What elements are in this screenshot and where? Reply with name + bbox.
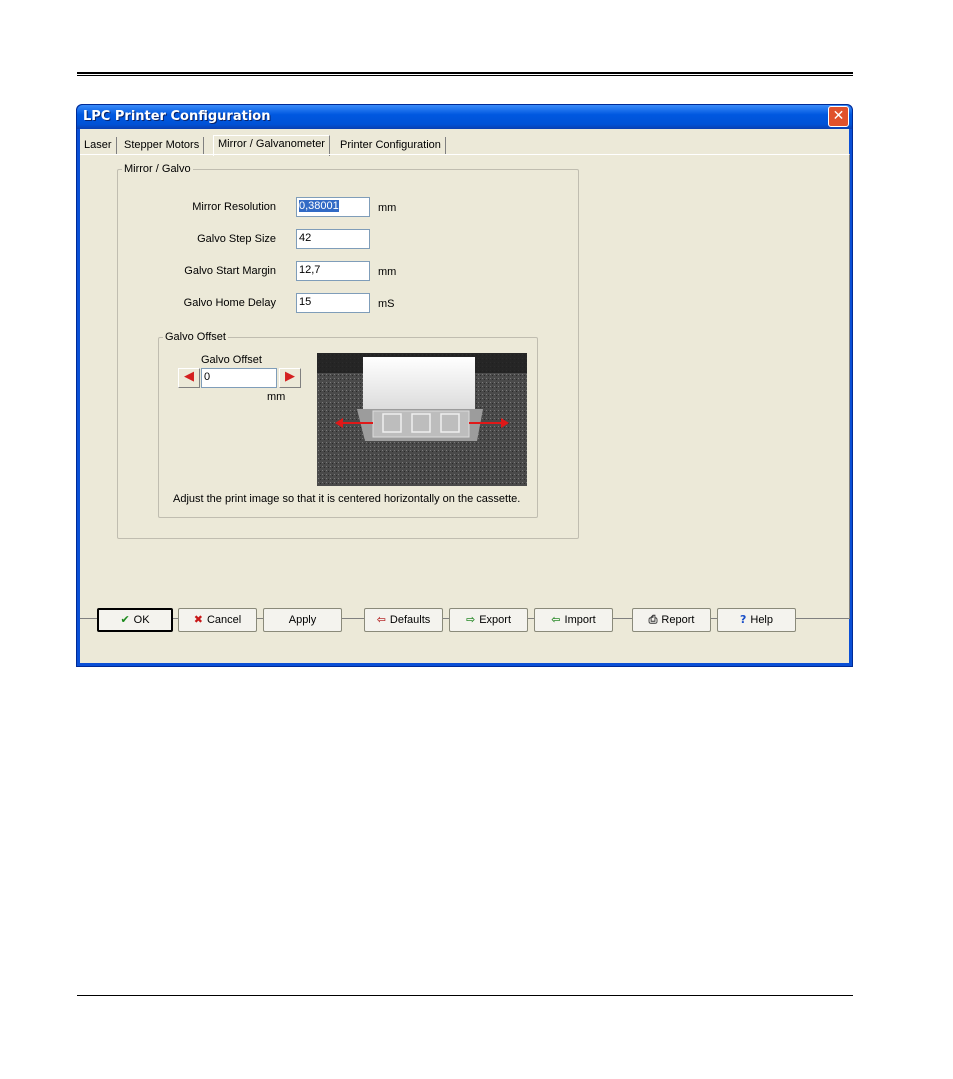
dialog-window: LPC Printer Configuration ✕ Laser Steppe… [76, 104, 853, 667]
mirror-resolution-value: 0,38001 [299, 200, 339, 212]
tab-stepper-motors[interactable]: Stepper Motors [120, 137, 205, 155]
window-title: LPC Printer Configuration [83, 109, 271, 124]
galvo-offset-unit: mm [267, 391, 286, 403]
apply-button[interactable]: Apply [263, 608, 342, 632]
checkmark-icon: ✔ [120, 613, 130, 626]
cassette-illustration [317, 353, 527, 486]
cancel-button[interactable]: ✖ Cancel [178, 608, 257, 632]
close-button[interactable]: ✕ [828, 106, 849, 127]
galvo-offset-group: Galvo Offset Galvo Offset ◀ 0 ▶ mm Adjus… [158, 331, 538, 518]
offset-decrease-button[interactable]: ◀ [178, 368, 200, 388]
import-icon: ⇦ [551, 613, 561, 626]
mirror-resolution-unit: mm [378, 202, 397, 214]
help-icon: ? [739, 613, 747, 626]
page-rule-top [77, 72, 853, 76]
export-button[interactable]: ⇨ Export [449, 608, 528, 632]
defaults-button[interactable]: ⇦ Defaults [364, 608, 443, 632]
galvo-offset-input[interactable]: 0 [201, 368, 277, 388]
galvo-start-margin-input[interactable]: 12,7 [296, 261, 370, 281]
title-bar[interactable]: LPC Printer Configuration ✕ [77, 105, 852, 129]
galvo-home-delay-input[interactable]: 15 [296, 293, 370, 313]
galvo-step-size-label: Galvo Step Size [197, 233, 276, 245]
galvo-step-size-input[interactable]: 42 [296, 229, 370, 249]
mirror-resolution-input[interactable]: 0,38001 [296, 197, 370, 217]
mirror-resolution-label: Mirror Resolution [192, 201, 276, 213]
tab-laser[interactable]: Laser [80, 137, 117, 155]
export-icon: ⇨ [465, 613, 476, 626]
mirror-galvo-legend: Mirror / Galvo [124, 163, 191, 175]
cancel-x-icon: ✖ [193, 613, 203, 626]
import-button[interactable]: ⇦ Import [534, 608, 613, 632]
galvo-start-margin-unit: mm [378, 266, 397, 278]
defaults-icon: ⇦ [376, 613, 386, 626]
galvo-home-delay-label: Galvo Home Delay [183, 297, 276, 309]
galvo-home-delay-unit: mS [378, 298, 395, 310]
close-icon: ✕ [832, 108, 845, 124]
page-rule-bottom [77, 995, 853, 996]
galvo-offset-legend: Galvo Offset [165, 331, 226, 343]
help-button[interactable]: ? Help [717, 608, 796, 632]
tab-mirror-galvanometer[interactable]: Mirror / Galvanometer [213, 135, 330, 156]
tab-strip: Laser Stepper Motors Mirror / Galvanomet… [80, 135, 849, 156]
galvo-start-margin-label: Galvo Start Margin [184, 265, 276, 277]
offset-instruction: Adjust the print image so that it is cen… [173, 493, 521, 505]
tab-printer-configuration[interactable]: Printer Configuration [336, 137, 446, 155]
ok-button[interactable]: ✔ OK [97, 608, 173, 632]
arrow-right-icon: ▶ [285, 369, 295, 384]
arrow-left-icon: ◀ [184, 369, 194, 384]
offset-increase-button[interactable]: ▶ [279, 368, 301, 388]
printer-icon: ⎙ [648, 613, 658, 626]
tab-panel: Mirror / Galvo Mirror Resolution 0,38001… [80, 154, 850, 619]
report-button[interactable]: ⎙ Report [632, 608, 711, 632]
dialog-client: Laser Stepper Motors Mirror / Galvanomet… [80, 129, 850, 663]
cassette-photo [317, 353, 527, 486]
galvo-offset-label: Galvo Offset [201, 354, 262, 366]
